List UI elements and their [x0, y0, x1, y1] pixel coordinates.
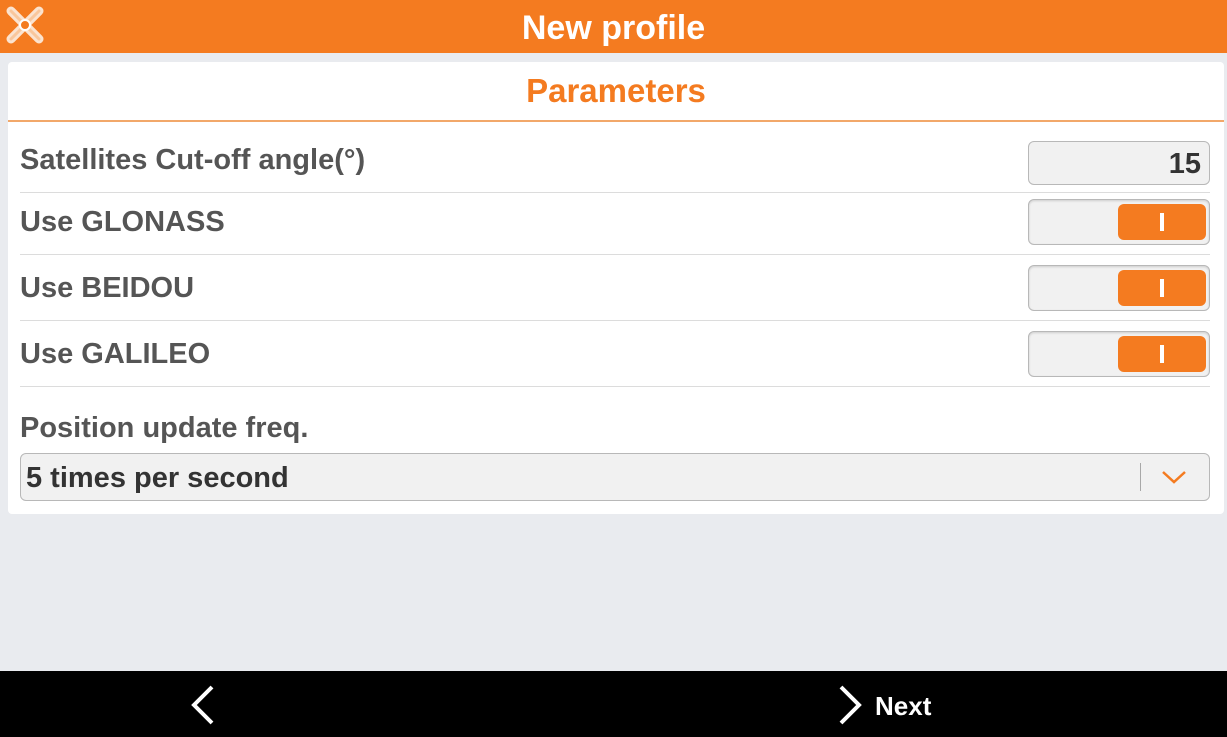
glonass-row: Use GLONASS: [8, 190, 1224, 255]
title-bar: New profile: [0, 0, 1227, 53]
cutoff-angle-label: Satellites Cut-off angle(°): [20, 144, 366, 176]
galileo-row: Use GALILEO: [8, 322, 1224, 387]
toggle-knob: [1118, 270, 1206, 306]
chevron-left-icon[interactable]: [180, 683, 226, 727]
glonass-label: Use GLONASS: [20, 206, 225, 238]
section-title: Parameters: [526, 72, 706, 109]
divider: [20, 386, 1210, 387]
glonass-toggle[interactable]: [1028, 199, 1210, 245]
selected-frequency: 5 times per second: [26, 462, 289, 494]
chevron-down-icon: [1162, 471, 1186, 484]
galileo-label: Use GALILEO: [20, 338, 211, 370]
beidou-toggle[interactable]: [1028, 265, 1210, 311]
cutoff-angle-input[interactable]: 15: [1028, 141, 1210, 185]
chevron-right-icon: [839, 685, 862, 725]
divider: [20, 320, 1210, 321]
bottom-nav-bar: Next: [0, 671, 1227, 737]
divider: [20, 254, 1210, 255]
toggle-knob: [1118, 336, 1206, 372]
cutoff-angle-row: Satellites Cut-off angle(°) 15: [8, 128, 1224, 193]
parameters-card: Parameters Satellites Cut-off angle(°) 1…: [8, 62, 1224, 514]
update-frequency-label: Position update freq.: [20, 412, 309, 444]
page-title: New profile: [521, 9, 706, 47]
beidou-row: Use BEIDOU: [8, 256, 1224, 321]
card-header: Parameters: [8, 62, 1224, 122]
next-button[interactable]: Next: [834, 683, 954, 727]
next-label: Next: [875, 691, 932, 721]
toggle-knob: [1118, 204, 1206, 240]
beidou-label: Use BEIDOU: [20, 272, 195, 304]
galileo-toggle[interactable]: [1028, 331, 1210, 377]
select-divider: [1140, 463, 1141, 491]
update-frequency-select[interactable]: 5 times per second: [20, 453, 1210, 501]
